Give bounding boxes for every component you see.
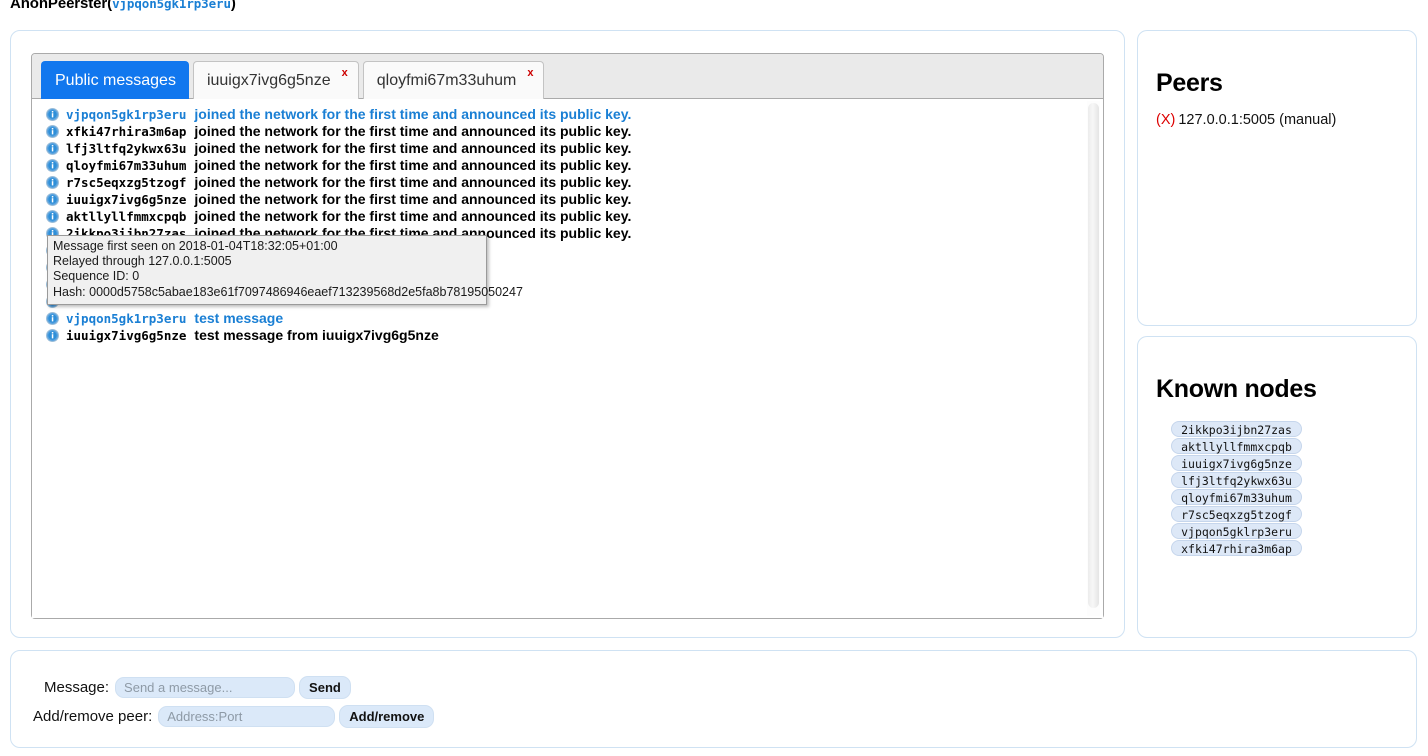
known-node-pill[interactable]: 2ikkpo3ijbn27zas (1171, 421, 1302, 437)
message-info-icon[interactable] (46, 142, 59, 155)
known-nodes-title: Known nodes (1156, 375, 1317, 403)
tab-strip: Public messages iuuigx7ivg6g5nze x qloyf… (32, 54, 1103, 99)
tabs-widget: Public messages iuuigx7ivg6g5nze x qloyf… (31, 53, 1104, 619)
message-text: joined the network for the first time an… (194, 106, 632, 122)
message-sender: vjpqon5gk1rp3eru (66, 107, 187, 122)
tab-label: Public messages (55, 71, 176, 89)
message-row: vjpqon5gk1rp3eru test message (32, 310, 1103, 327)
message-row: iuuigx7ivg6g5nze test message from iuuigx… (32, 327, 1103, 344)
message-info-icon[interactable] (46, 125, 59, 138)
message-info-icon[interactable] (46, 159, 59, 172)
tab-iuuigx7ivg6g5nze[interactable]: iuuigx7ivg6g5nze x (192, 61, 359, 99)
known-node-pill[interactable]: lfj3ltfq2ykwx63u (1171, 472, 1302, 488)
message-row: iuuigx7ivg6g5nze joined the network for t… (32, 191, 1103, 208)
known-nodes-list: 2ikkpo3ijbn27zas aktllyllfmmxcpqb iuuigx7i… (1138, 404, 1416, 556)
message-text: joined the network for the first time an… (194, 157, 632, 173)
message-text: test message from iuuigx7ivg6g5nze (194, 327, 439, 343)
tooltip-sequence-id: Sequence ID: 0 (53, 269, 140, 284)
message-info-icon[interactable] (46, 210, 59, 223)
message-sender: iuuigx7ivg6g5nze (66, 328, 187, 343)
send-button[interactable]: Send (299, 675, 351, 699)
known-node-pill[interactable]: r7sc5eqxzg5tzogf (1171, 506, 1302, 522)
message-info-icon[interactable] (46, 329, 59, 342)
message-text: joined the network for the first time an… (194, 191, 632, 207)
peer-address: 127.0.0.1:5005 (manual) (1178, 112, 1337, 128)
message-row: lfj3ltfq2ykwx63u joined the network for t… (32, 140, 1103, 157)
form-rows: Message: Send Add/remove peer: Add/remov… (11, 651, 1416, 730)
message-info-icon[interactable] (46, 312, 59, 325)
message-info-icon[interactable] (46, 176, 59, 189)
peer-form-row: Add/remove peer: Add/remove (33, 702, 1416, 730)
message-text: joined the network for the first time an… (194, 123, 632, 139)
close-paren: ) (230, 0, 236, 12)
message-info-icon[interactable] (46, 108, 59, 121)
add-remove-peer-button[interactable]: Add/remove (339, 704, 435, 728)
message-sender: r7sc5eqxzg5tzogf (66, 175, 187, 190)
message-row: r7sc5eqxzg5tzogf joined the network for t… (32, 174, 1103, 191)
known-node-pill[interactable]: xfki47rhira3m6ap (1171, 540, 1302, 556)
close-icon[interactable]: x (527, 67, 533, 79)
message-text: joined the network for the first time an… (194, 174, 632, 190)
app-name: AnonPeerster (10, 0, 108, 12)
message-sender: lfj3ltfq2ykwx63u (66, 141, 187, 156)
message-row: xfki47rhira3m6ap joined the network for t… (32, 123, 1103, 140)
addremove-peer-label: Add/remove peer: (33, 707, 153, 725)
peers-panel: Peers (X) 127.0.0.1:5005 (manual) (1137, 30, 1417, 326)
remove-peer-icon[interactable]: (X) (1156, 112, 1175, 128)
page-title: AnonPeerster(vjpqon5gk1rp3eru) (10, 0, 236, 12)
app-root: AnonPeerster(vjpqon5gk1rp3eru) Public me… (0, 0, 1428, 756)
message-list-scrollbar[interactable] (1087, 101, 1100, 616)
message-info-tooltip: Message first seen on 2018-01-04T18:32:0… (47, 235, 523, 305)
peers-title: Peers (1156, 69, 1223, 97)
message-text: test message (194, 310, 284, 326)
message-text: joined the network for the first time an… (194, 140, 632, 156)
tooltip-relayed: Relayed through 127.0.0.1:5005 (53, 254, 232, 269)
tab-label: iuuigx7ivg6g5nze (206, 71, 331, 89)
message-form-row: Message: Send (44, 673, 1416, 701)
tooltip-hash: Hash: 0000d5758c5abae183e61f7097486946ea… (53, 284, 523, 299)
known-node-pill[interactable]: qloyfmi67m33uhum (1171, 489, 1302, 505)
message-row: aktllyllfmmxcpqb joined the network for t… (32, 208, 1103, 225)
tab-qloyfmi67m33uhum[interactable]: qloyfmi67m33uhum x (362, 61, 545, 99)
scrollbar-thumb[interactable] (1088, 103, 1099, 608)
known-node-pill[interactable]: iuuigx7ivg6g5nze (1171, 455, 1302, 471)
tab-label: qloyfmi67m33uhum (376, 71, 517, 89)
close-icon[interactable]: x (342, 67, 348, 79)
message-text: joined the network for the first time an… (194, 208, 632, 224)
message-row: qloyfmi67m33uhum joined the network for t… (32, 157, 1103, 174)
local-node-id: vjpqon5gk1rp3eru (112, 0, 231, 11)
message-info-icon[interactable] (46, 193, 59, 206)
main-panel: Public messages iuuigx7ivg6g5nze x qloyf… (10, 30, 1125, 638)
message-sender: xfki47rhira3m6ap (66, 124, 187, 139)
message-sender: iuuigx7ivg6g5nze (66, 192, 187, 207)
message-input[interactable] (115, 676, 296, 698)
peer-address-input[interactable] (158, 705, 336, 727)
known-node-pill[interactable]: vjpqon5gklrp3eru (1171, 523, 1302, 539)
message-label: Message: (44, 678, 110, 696)
message-sender: aktllyllfmmxcpqb (66, 209, 187, 224)
peer-row: (X) 127.0.0.1:5005 (manual) (1138, 98, 1416, 128)
input-panel: Message: Send Add/remove peer: Add/remov… (10, 650, 1417, 748)
tooltip-first-seen: Message first seen on 2018-01-04T18:32:0… (53, 239, 338, 253)
message-list[interactable]: vjpqon5gk1rp3eru joined the network for t… (32, 99, 1103, 618)
message-row: vjpqon5gk1rp3eru joined the network for t… (32, 106, 1103, 123)
known-node-pill[interactable]: aktllyllfmmxcpqb (1171, 438, 1302, 454)
tab-public-messages[interactable]: Public messages (41, 61, 189, 99)
message-sender: vjpqon5gk1rp3eru (66, 311, 187, 326)
known-nodes-panel: Known nodes 2ikkpo3ijbn27zas aktllyllfmmx… (1137, 336, 1417, 638)
message-sender: qloyfmi67m33uhum (66, 158, 187, 173)
